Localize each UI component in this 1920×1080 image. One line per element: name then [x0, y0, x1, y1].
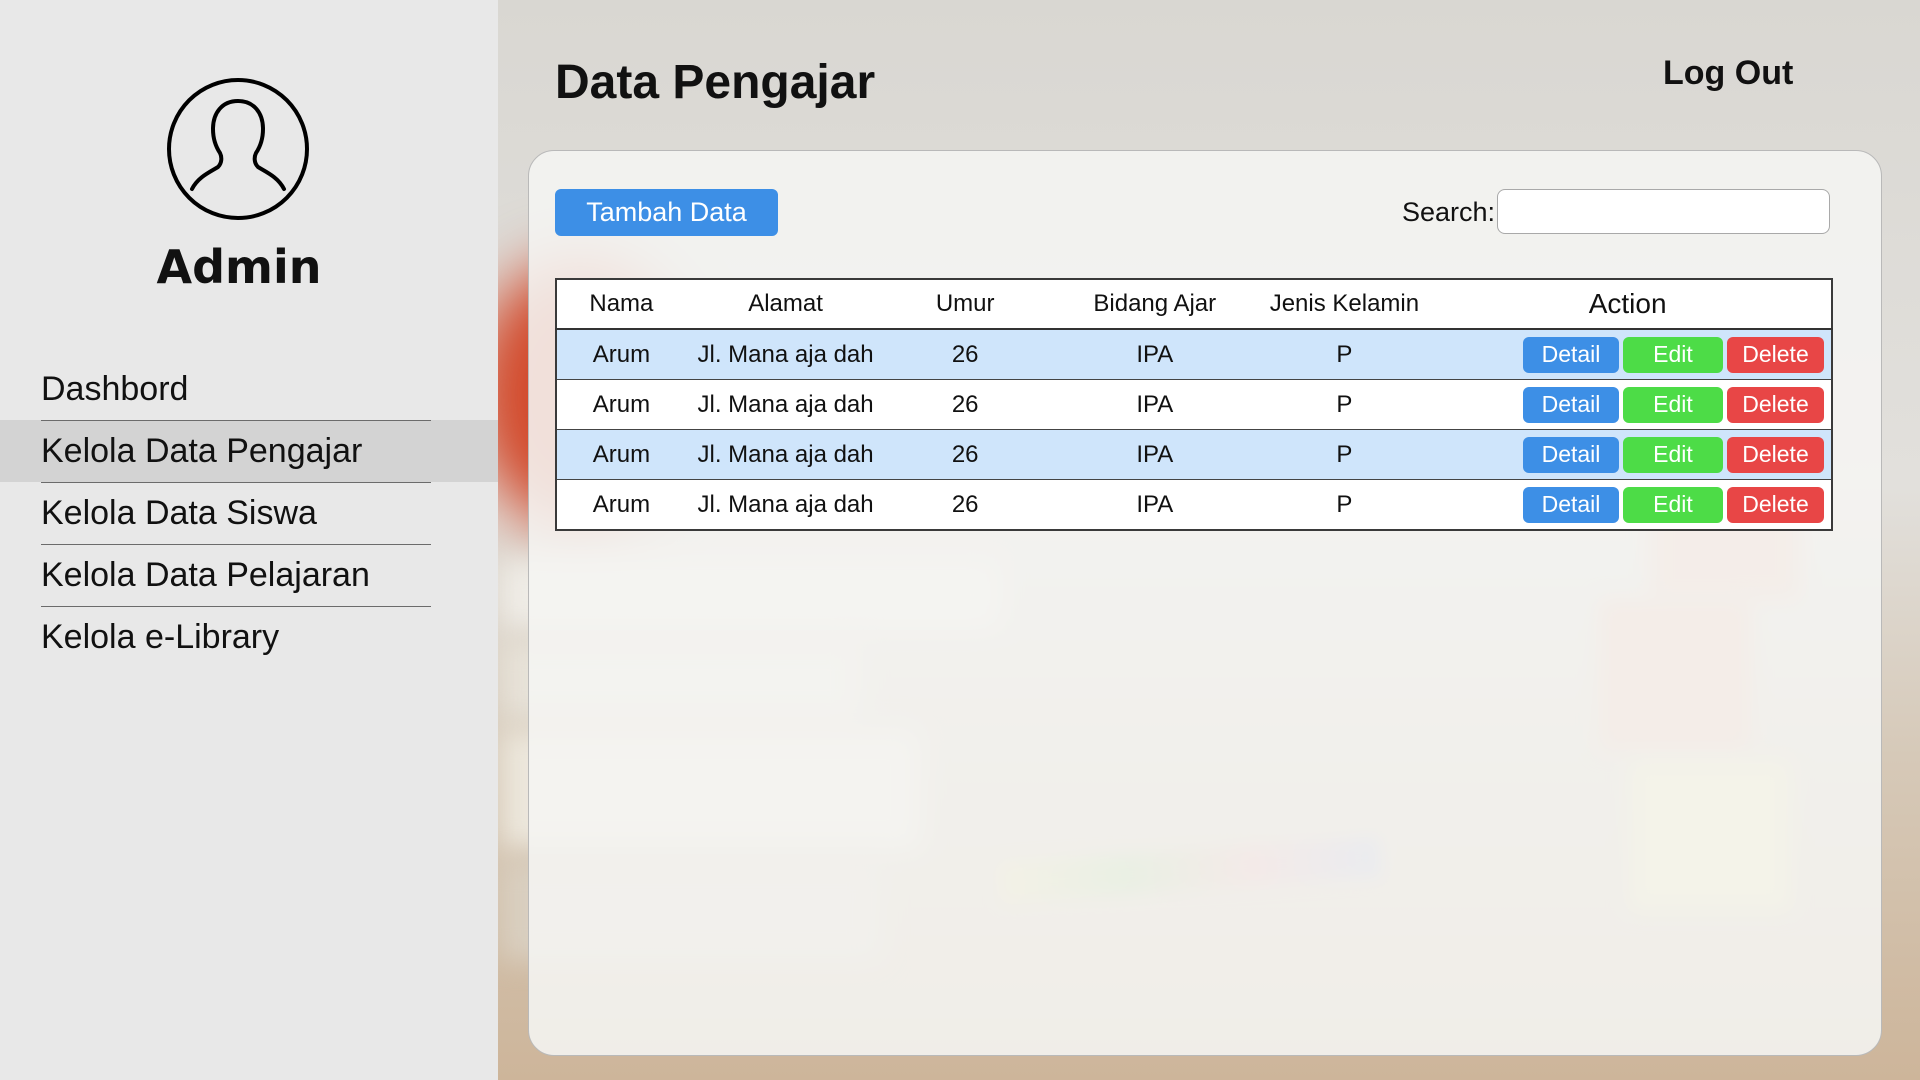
cell-alamat: Jl. Mana aja dah: [685, 429, 886, 480]
cell-alamat: Jl. Mana aja dah: [685, 329, 886, 380]
cell-umur: 26: [885, 379, 1046, 430]
cell-alamat: Jl. Mana aja dah: [685, 479, 886, 531]
cell-alamat: Jl. Mana aja dah: [685, 379, 886, 430]
table-row: Arum Jl. Mana aja dah 26 IPA P Detail Ed…: [556, 329, 1832, 380]
cell-action: Detail Edit Delete: [1424, 329, 1832, 380]
cell-nama: Arum: [556, 329, 686, 380]
sidebar-item-dashbord[interactable]: Dashbord: [0, 358, 498, 420]
table-row: Arum Jl. Mana aja dah 26 IPA P Detail Ed…: [556, 379, 1832, 430]
sidebar-item-kelola-e-library[interactable]: Kelola e-Library: [0, 606, 498, 668]
cell-nama: Arum: [556, 429, 686, 480]
detail-button[interactable]: Detail: [1523, 336, 1619, 373]
cell-umur: 26: [885, 479, 1046, 531]
user-avatar-icon: [167, 78, 309, 220]
delete-button[interactable]: Delete: [1727, 436, 1824, 473]
sidebar-item-kelola-data-pengajar[interactable]: Kelola Data Pengajar: [0, 420, 498, 482]
sidebar: Admin Dashbord Kelola Data Pengajar Kelo…: [0, 0, 498, 1080]
column-header-umur[interactable]: Umur: [885, 279, 1046, 330]
edit-button[interactable]: Edit: [1623, 336, 1723, 373]
cell-nama: Arum: [556, 379, 686, 430]
table-header-row: Nama Alamat Umur Bidang Ajar Jenis Kelam…: [556, 279, 1832, 330]
column-header-bidang-ajar[interactable]: Bidang Ajar: [1045, 279, 1265, 330]
column-header-jenis-kelamin[interactable]: Jenis Kelamin: [1264, 279, 1425, 330]
edit-button[interactable]: Edit: [1623, 486, 1723, 523]
cell-action: Detail Edit Delete: [1424, 429, 1832, 480]
cell-bidang-ajar: IPA: [1045, 429, 1265, 480]
sidebar-item-kelola-data-siswa[interactable]: Kelola Data Siswa: [0, 482, 498, 544]
cell-umur: 26: [885, 329, 1046, 380]
column-header-action: Action: [1424, 279, 1832, 330]
delete-button[interactable]: Delete: [1727, 486, 1824, 523]
table-row: Arum Jl. Mana aja dah 26 IPA P Detail Ed…: [556, 429, 1832, 480]
cell-jenis-kelamin: P: [1264, 479, 1425, 531]
sidebar-item-kelola-data-pelajaran[interactable]: Kelola Data Pelajaran: [0, 544, 498, 606]
cell-bidang-ajar: IPA: [1045, 329, 1265, 380]
cell-bidang-ajar: IPA: [1045, 479, 1265, 531]
teacher-table: Nama Alamat Umur Bidang Ajar Jenis Kelam…: [555, 278, 1833, 531]
delete-button[interactable]: Delete: [1727, 336, 1824, 373]
column-header-alamat[interactable]: Alamat: [685, 279, 886, 330]
detail-button[interactable]: Detail: [1523, 386, 1619, 423]
cell-jenis-kelamin: P: [1264, 329, 1425, 380]
cell-bidang-ajar: IPA: [1045, 379, 1265, 430]
cell-nama: Arum: [556, 479, 686, 531]
detail-button[interactable]: Detail: [1523, 486, 1619, 523]
logout-button[interactable]: Log Out: [1663, 54, 1793, 93]
search-label: Search:: [1402, 197, 1496, 227]
add-data-button[interactable]: Tambah Data: [555, 189, 778, 236]
table-row: Arum Jl. Mana aja dah 26 IPA P Detail Ed…: [556, 479, 1832, 531]
sidebar-menu: Dashbord Kelola Data Pengajar Kelola Dat…: [0, 358, 498, 668]
delete-button[interactable]: Delete: [1727, 386, 1824, 423]
cell-jenis-kelamin: P: [1264, 429, 1425, 480]
page-title: Data Pengajar: [555, 56, 876, 109]
content-panel: Tambah Data Search: Nama Alamat Umur Bid…: [528, 150, 1882, 1056]
cell-action: Detail Edit Delete: [1424, 379, 1832, 430]
detail-button[interactable]: Detail: [1523, 436, 1619, 473]
user-name: Admin: [156, 240, 322, 294]
edit-button[interactable]: Edit: [1623, 386, 1723, 423]
cell-umur: 26: [885, 429, 1046, 480]
search-input[interactable]: [1497, 189, 1830, 234]
column-header-nama[interactable]: Nama: [556, 279, 686, 330]
cell-jenis-kelamin: P: [1264, 379, 1425, 430]
edit-button[interactable]: Edit: [1623, 436, 1723, 473]
cell-action: Detail Edit Delete: [1424, 479, 1832, 531]
